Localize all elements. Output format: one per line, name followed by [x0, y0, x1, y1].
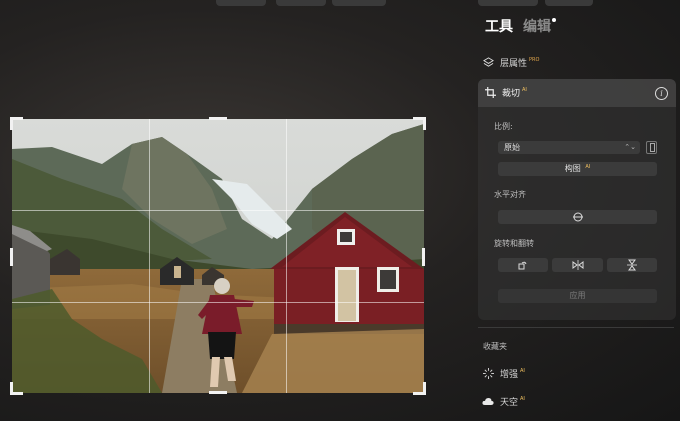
enhance-ai-badge: AI	[520, 367, 525, 374]
crop-handle-right[interactable]	[422, 248, 425, 266]
crop-handle-left[interactable]	[10, 248, 13, 266]
rotate-button[interactable]	[498, 258, 548, 272]
crop-handle-top-left[interactable]	[10, 117, 23, 130]
compose-label: 构图	[564, 164, 581, 173]
crop-handle-top[interactable]	[209, 117, 227, 120]
crop-handle-bottom-left[interactable]	[10, 382, 23, 395]
photo-canvas[interactable]	[12, 119, 424, 393]
layers-icon	[482, 57, 494, 69]
crop-ai-badge: AI	[522, 86, 527, 93]
tab-tools[interactable]: 工具	[485, 16, 513, 36]
photo-image	[12, 119, 424, 393]
tools-panel: 工具 编辑 层属性 PRO 裁切 AI i 比例: 原始 ⌃⌄ 构图 AI 水平…	[474, 0, 680, 421]
sparkle-icon	[482, 368, 494, 380]
info-icon[interactable]: i	[655, 87, 668, 100]
favorites-label: 收藏夹	[483, 342, 507, 351]
chevron-updown-icon: ⌃⌄	[624, 143, 636, 151]
toolbar-button-1[interactable]	[216, 0, 266, 6]
layer-properties-label: 层属性	[500, 59, 528, 69]
sky-ai-badge: AI	[520, 395, 525, 402]
flip-vertical-icon	[627, 259, 637, 271]
straighten-slider[interactable]	[498, 210, 657, 224]
ratio-value: 原始	[504, 143, 520, 152]
pro-badge: PRO	[529, 56, 540, 63]
crop-handle-top-right[interactable]	[413, 117, 426, 130]
flip-horizontal-button[interactable]	[552, 258, 603, 272]
straighten-label: 水平对齐	[494, 190, 526, 199]
crop-tool-header[interactable]: 裁切 AI i	[478, 79, 676, 107]
crop-grid-vertical-2	[286, 119, 287, 393]
crop-handle-bottom-right[interactable]	[413, 382, 426, 395]
compose-ai-badge: AI	[585, 164, 591, 170]
crop-grid-horizontal-2	[12, 302, 424, 303]
flip-horizontal-icon	[572, 260, 583, 270]
ratio-label: 比例:	[494, 122, 513, 131]
compose-button[interactable]: 构图 AI	[498, 162, 657, 176]
flip-vertical-button[interactable]	[607, 258, 657, 272]
favorite-enhance-label: 增强	[500, 370, 519, 380]
favorite-sky-label: 天空	[500, 398, 519, 408]
crop-handle-bottom[interactable]	[209, 391, 227, 394]
crop-title: 裁切	[502, 89, 521, 99]
swap-orientation-icon[interactable]	[646, 141, 657, 154]
section-divider	[478, 327, 674, 328]
crop-grid-horizontal-1	[12, 210, 424, 211]
crop-grid-vertical-1	[149, 119, 150, 393]
cloud-icon	[482, 396, 494, 408]
toolbar-button-3[interactable]	[332, 0, 386, 6]
rotate-flip-label: 旋转和翻转	[494, 239, 534, 248]
crop-icon	[484, 87, 496, 99]
favorite-item-enhance[interactable]: 增强 AI	[482, 367, 525, 380]
ratio-select[interactable]: 原始 ⌃⌄	[498, 141, 640, 154]
favorite-item-sky[interactable]: 天空 AI	[482, 395, 525, 408]
tab-edit[interactable]: 编辑	[523, 16, 551, 36]
layer-properties-item[interactable]: 层属性 PRO	[482, 56, 539, 69]
straighten-icon	[572, 212, 583, 222]
edit-notification-dot	[552, 18, 556, 22]
apply-button[interactable]: 应用	[498, 289, 657, 303]
toolbar-button-2[interactable]	[276, 0, 326, 6]
rotate-icon	[518, 261, 527, 270]
